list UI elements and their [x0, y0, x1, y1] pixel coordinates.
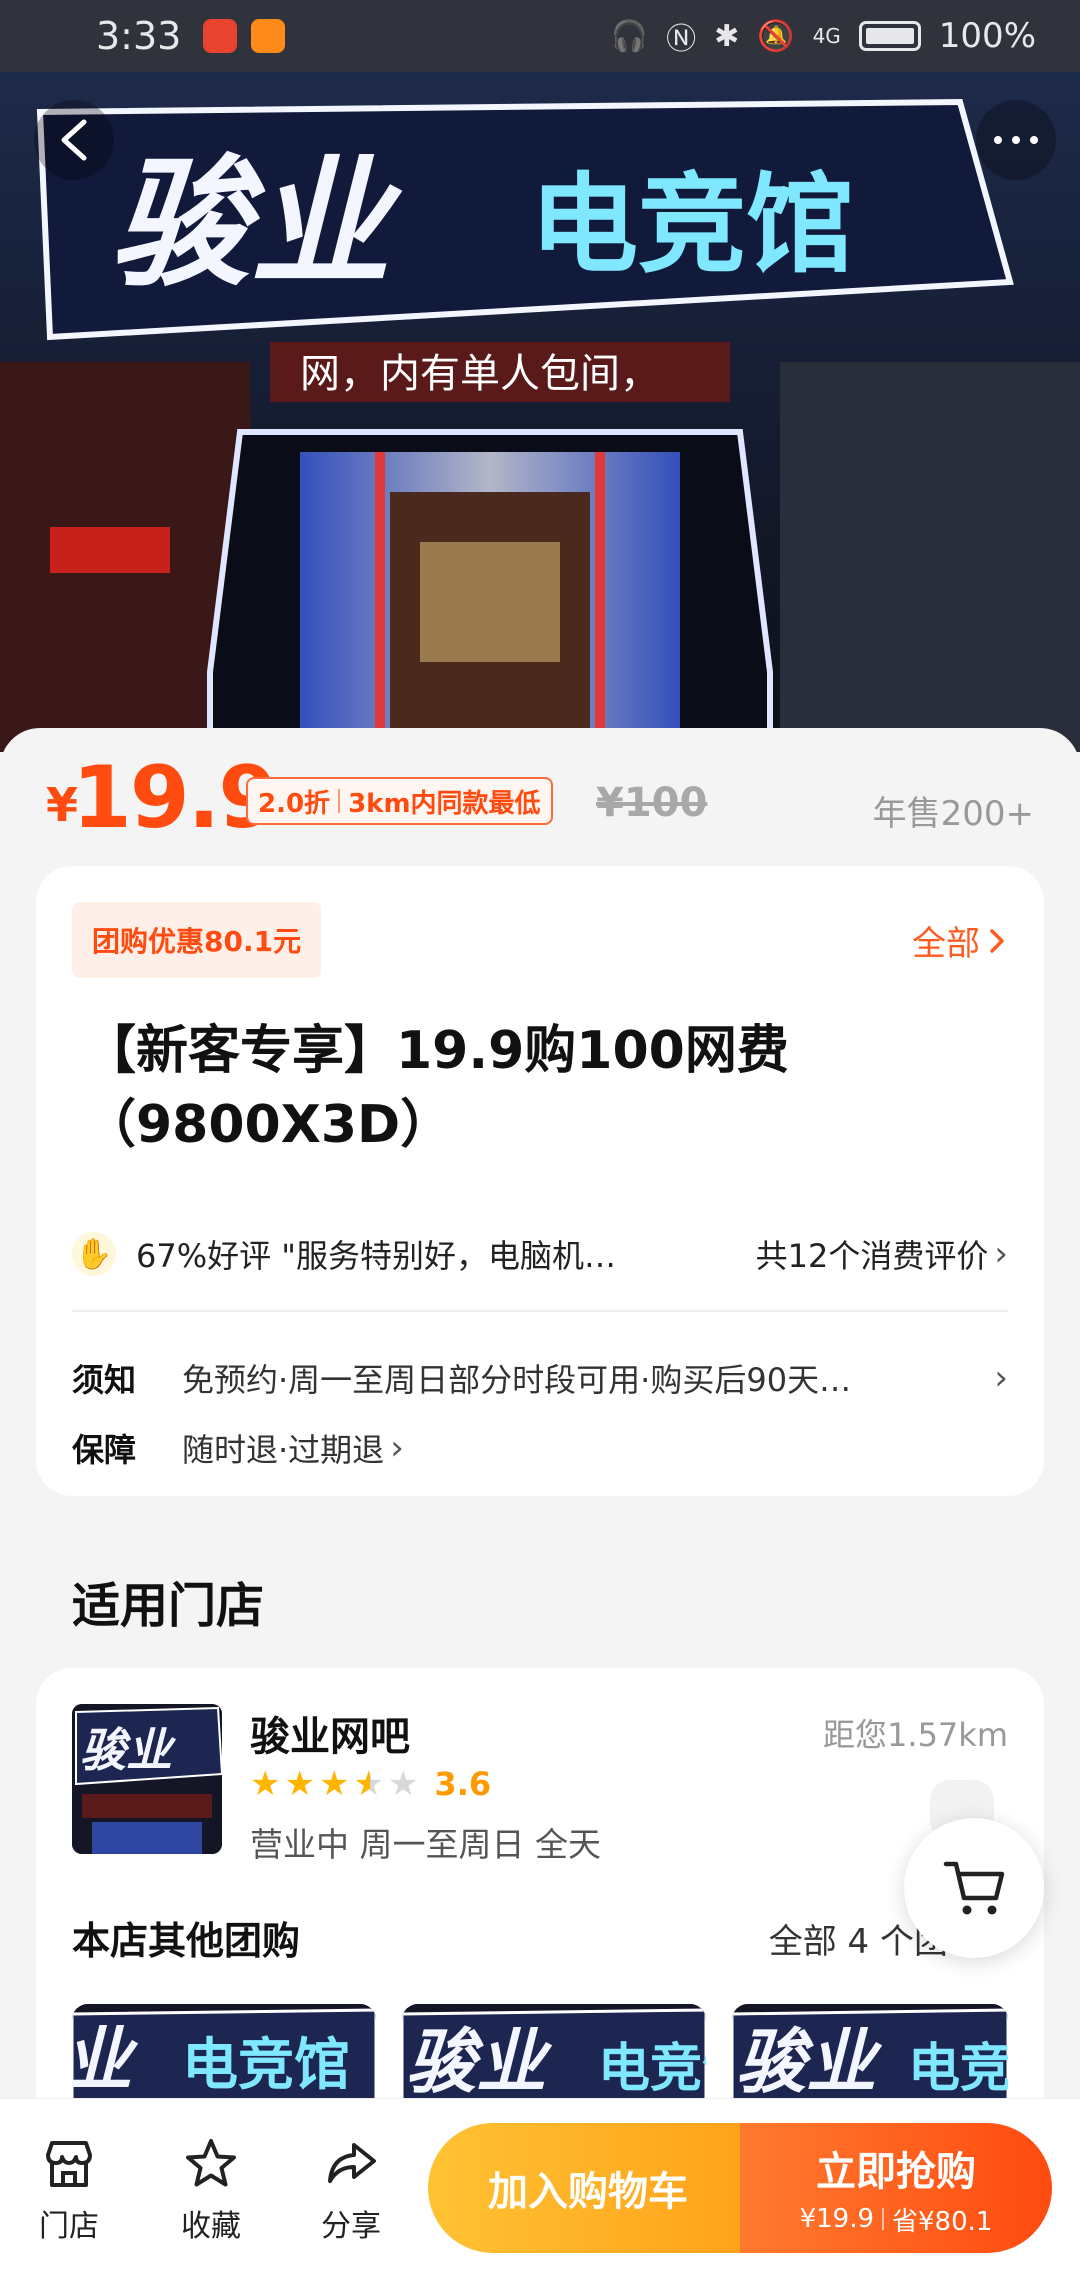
- deal-title: 【新客专享】19.9购100网费 （9800X3D）: [84, 1021, 789, 1155]
- deal-thumbnail[interactable]: 骏业 电竞馆: [732, 2004, 1008, 2098]
- status-time: 3:33: [96, 14, 182, 58]
- price-row: ¥ 19.9 2.0折 3km内同款最低 ¥100 年售200+: [0, 728, 1080, 868]
- buy-now-button[interactable]: 立即抢购 ¥19.9 省¥80.1: [740, 2123, 1052, 2253]
- star-icon: ★: [284, 1764, 315, 1804]
- more-button[interactable]: [976, 100, 1056, 180]
- all-deals-link[interactable]: 全部: [912, 916, 1006, 965]
- nfc-icon: Ⓝ: [666, 22, 697, 57]
- nav-favorite[interactable]: 收藏: [156, 2137, 266, 2245]
- store-thumbnail[interactable]: 骏业: [72, 1704, 222, 1854]
- svg-text:业: 业: [72, 2019, 139, 2098]
- chevron-left-icon: [61, 119, 87, 161]
- review-count: 共12个消费评价: [755, 1237, 989, 1275]
- section-title-stores: 适用门店: [72, 1578, 265, 1634]
- bottom-action-bar: 门店 收藏 分享 加入购物车 立即抢购 ¥19.9 省¥80.1: [0, 2098, 1080, 2280]
- notice-row[interactable]: 须知 免预约·周一至周日部分时段可用·购买后90天… ›: [72, 1350, 1008, 1406]
- original-price: ¥100: [596, 780, 708, 826]
- other-deals-list: 业 电竞馆 骏业 电竞馆 骏业 电竞馆: [72, 2004, 1008, 2098]
- deal-thumbnail[interactable]: 业 电竞馆: [72, 2004, 376, 2098]
- app-notification-icon: [203, 19, 238, 53]
- banner-text: 网，内有单人包间，: [300, 351, 660, 397]
- hero-image[interactable]: 骏业 电竞馆 网，内有单人包间，: [0, 72, 1080, 752]
- add-to-cart-button[interactable]: 加入购物车: [428, 2123, 748, 2253]
- bluetooth-icon: ✱: [714, 18, 740, 54]
- deal-info-card: 团购优惠80.1元 全部 【新客专享】19.9购100网费 （9800X3D） …: [36, 866, 1044, 1496]
- status-bar: 3:33 🎧 Ⓝ ✱ 🔕 4G 100%: [0, 0, 1080, 72]
- floating-cart-button[interactable]: [904, 1818, 1044, 1958]
- svg-text:骏业: 骏业: [736, 2021, 883, 2098]
- battery-icon: [858, 21, 921, 51]
- chevron-right-icon: [990, 928, 1004, 953]
- star-half-icon: ★: [353, 1764, 384, 1804]
- svg-text:电竞馆: 电竞馆: [598, 2039, 706, 2098]
- review-row[interactable]: ✋ 67%好评 "服务特别好，电脑机… 共12个消费评价 ›: [72, 1224, 1008, 1284]
- rating-value: 3.6: [434, 1765, 492, 1803]
- discount-rate: 2.0折: [258, 788, 331, 819]
- annual-sales: 年售200+: [872, 794, 1034, 834]
- store-name[interactable]: 骏业网吧: [250, 1704, 410, 1762]
- mute-icon: 🔕: [757, 18, 795, 54]
- store-distance: 距您1.57km: [823, 1716, 1008, 1754]
- deal-thumbnail[interactable]: 骏业 电竞馆: [402, 2004, 706, 2098]
- more-dots-icon: [994, 136, 1002, 144]
- nav-store[interactable]: 门店: [14, 2137, 124, 2245]
- nav-share[interactable]: 分享: [296, 2137, 406, 2245]
- share-icon: [328, 2143, 376, 2183]
- store-card[interactable]: 骏业 骏业网吧 距您1.57km ★ ★ ★ ★ ★ 3.6 营业中 周一至周日…: [36, 1668, 1044, 2098]
- guarantee-value: 随时退·过期退: [182, 1431, 385, 1469]
- other-deals-title: 本店其他团购: [72, 1919, 301, 1963]
- store-icon: [46, 2141, 92, 2187]
- buy-savings: 省¥80.1: [892, 2206, 993, 2237]
- chevron-right-icon: ›: [994, 1358, 1008, 1398]
- discount-tag: 2.0折 3km内同款最低: [246, 777, 553, 825]
- store-hours: 营业中 周一至周日 全天: [250, 1825, 601, 1864]
- sign-text-right: 电竞馆: [530, 163, 854, 288]
- back-button[interactable]: [34, 100, 114, 180]
- notice-value: 免预约·周一至周日部分时段可用·购买后90天…: [182, 1361, 852, 1399]
- signal-icon: 4G: [812, 24, 841, 48]
- chevron-right-icon: ›: [390, 1428, 404, 1468]
- svg-text:电竞馆: 电竞馆: [182, 2033, 350, 2098]
- reviewer-avatar-icon: ✋: [72, 1232, 116, 1276]
- svg-text:骏业: 骏业: [406, 2021, 553, 2098]
- star-outline-icon: [186, 2139, 236, 2187]
- chevron-right-icon: ›: [994, 1234, 1008, 1274]
- star-icon: ★: [250, 1764, 281, 1804]
- svg-text:骏业: 骏业: [80, 1723, 177, 1777]
- lowest-price-tag: 3km内同款最低: [348, 788, 541, 819]
- headphones-icon: 🎧: [610, 18, 649, 54]
- app-notification-icon: [251, 19, 286, 53]
- storefront-photo: 骏业 电竞馆 网，内有单人包间，: [0, 72, 1080, 752]
- review-snippet: 67%好评 "服务特别好，电脑机…: [136, 1237, 617, 1275]
- svg-text:电竞馆: 电竞馆: [908, 2039, 1008, 2098]
- star-empty-icon: ★: [387, 1764, 419, 1804]
- guarantee-row[interactable]: 保障 随时退·过期退 ›: [72, 1420, 1008, 1476]
- star-icon: ★: [318, 1764, 350, 1804]
- store-rating: ★ ★ ★ ★ ★ 3.6: [250, 1764, 491, 1804]
- notice-label: 须知: [72, 1361, 137, 1399]
- sign-text-left: 骏业: [110, 143, 403, 306]
- divider: [72, 1310, 1008, 1312]
- promo-badge: 团购优惠80.1元: [72, 902, 322, 978]
- cart-icon: [943, 1861, 1005, 1915]
- guarantee-label: 保障: [72, 1431, 137, 1469]
- battery-percent: 100%: [938, 16, 1036, 56]
- buy-price: ¥19.9: [799, 2204, 874, 2234]
